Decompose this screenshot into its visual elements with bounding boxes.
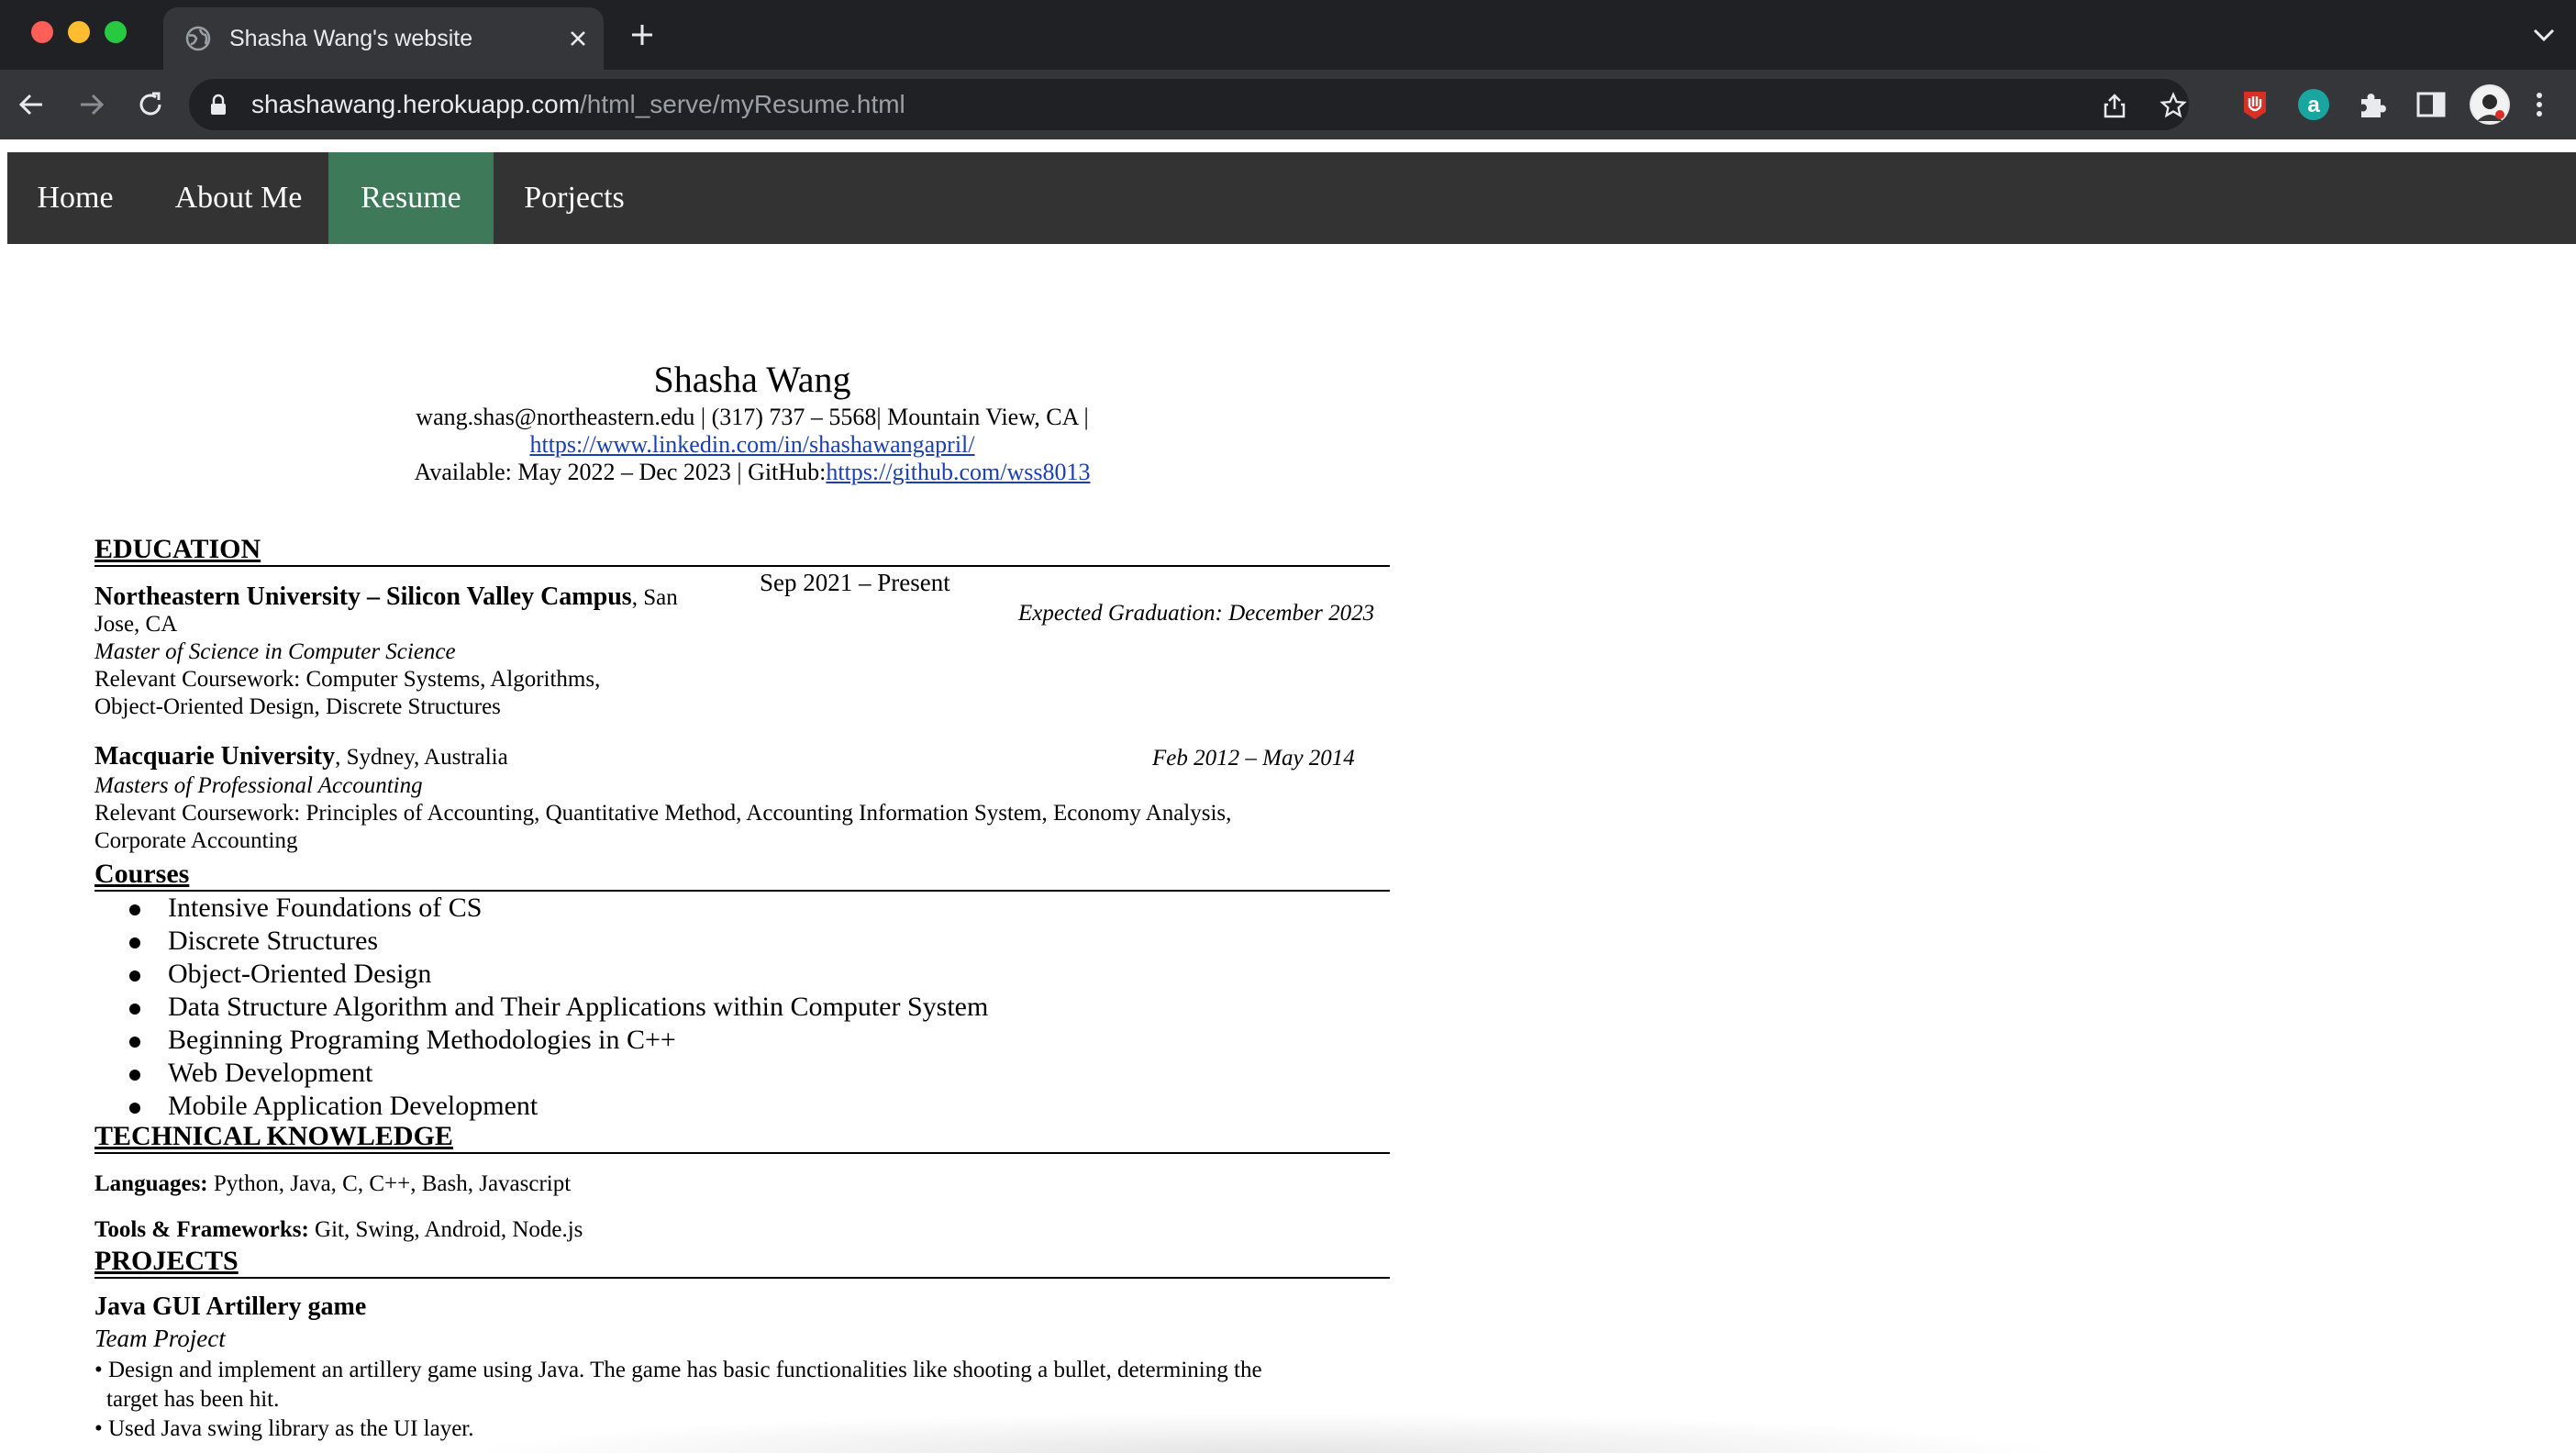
- nav-link-home[interactable]: Home: [7, 152, 143, 244]
- star-icon[interactable]: [2160, 92, 2187, 119]
- address-bar[interactable]: shashawang.herokuapp.com/html_serve/myRe…: [189, 79, 2189, 130]
- url-path: /html_serve/myResume.html: [580, 90, 905, 118]
- back-icon[interactable]: [15, 88, 48, 121]
- site-nav-bar: Home About Me Resume Porjects: [7, 152, 2576, 244]
- linkedin-link[interactable]: https://www.linkedin.com/in/shashawangap…: [529, 431, 974, 458]
- url-text[interactable]: shashawang.herokuapp.com/html_serve/myRe…: [251, 79, 905, 130]
- lock-icon[interactable]: [209, 94, 228, 116]
- extension-red-icon[interactable]: [2237, 86, 2273, 123]
- sidebar-icon[interactable]: [2413, 86, 2449, 123]
- nav-link-resume[interactable]: Resume: [328, 152, 494, 244]
- languages-label: Languages:: [94, 1171, 208, 1196]
- extension-a-icon[interactable]: a: [2295, 86, 2332, 123]
- edu2-school: Macquarie University: [94, 742, 336, 771]
- browser-tab[interactable]: Shasha Wang's website: [163, 7, 604, 70]
- project1-role: Team Project: [94, 1325, 226, 1352]
- url-host: shashawang.herokuapp.com: [251, 90, 581, 118]
- availability-text: Available: May 2022 – Dec 2023 | GitHub:: [414, 459, 827, 485]
- plus-icon[interactable]: [629, 22, 655, 48]
- github-link[interactable]: https://github.com/wss8013: [826, 459, 1090, 485]
- course-item: Intensive Foundations of CS: [94, 892, 988, 925]
- tools-line: Tools & Frameworks: Git, Swing, Android,…: [94, 1216, 583, 1244]
- availability-line: Available: May 2022 – Dec 2023 | GitHub:…: [0, 459, 1505, 486]
- edu2-coursework-a: Relevant Coursework: Principles of Accou…: [94, 801, 1232, 826]
- course-item: Data Structure Algorithm and Their Appli…: [94, 991, 988, 1024]
- browser-tab-strip: Shasha Wang's website: [0, 0, 2576, 70]
- languages-value: Python, Java, C, C++, Bash, Javascript: [207, 1171, 572, 1196]
- avatar[interactable]: [2470, 84, 2510, 125]
- puzzle-icon[interactable]: [2354, 86, 2391, 123]
- edu2-school-line: Macquarie University, Sydney, Australia: [94, 743, 508, 771]
- project1-bullet1b: target has been hit.: [106, 1387, 280, 1412]
- avatar-picture: [2471, 86, 2508, 123]
- linkedin-line: https://www.linkedin.com/in/shashawangap…: [0, 431, 1505, 459]
- edu2-dates: Feb 2012 – May 2014: [1152, 746, 1355, 771]
- edu1-school-line: Northeastern University – Silicon Valley…: [94, 583, 678, 612]
- education-heading: EDUCATION: [94, 534, 1390, 567]
- edu1-coursework-a: Relevant Coursework: Computer Systems, A…: [94, 667, 601, 692]
- page-top-gap: [0, 139, 2576, 152]
- edu1-coursework-b: Object-Oriented Design, Discrete Structu…: [94, 694, 501, 719]
- edu2-degree: Masters of Professional Accounting: [94, 773, 423, 798]
- project1-bullet2: • Used Java swing library as the UI laye…: [94, 1416, 474, 1441]
- edu2-location: , Sydney, Australia: [335, 745, 508, 770]
- edu1-location-b: Jose, CA: [94, 612, 178, 637]
- window-zoom-button[interactable]: [105, 21, 127, 43]
- technical-knowledge-heading: TECHNICAL KNOWLEDGE: [94, 1121, 1390, 1154]
- close-icon[interactable]: [565, 26, 591, 51]
- project1-name: Java GUI Artillery game: [94, 1292, 367, 1321]
- window-close-button[interactable]: [31, 21, 53, 43]
- edu1-degree: Master of Science in Computer Science: [94, 639, 456, 664]
- chevron-down-icon[interactable]: [2532, 26, 2556, 44]
- forward-icon[interactable]: [75, 88, 108, 121]
- browser-toolbar: shashawang.herokuapp.com/html_serve/myRe…: [0, 70, 2576, 139]
- course-item: Web Development: [94, 1057, 988, 1090]
- svg-text:a: a: [2307, 93, 2320, 117]
- bottom-fade: [459, 1413, 2073, 1453]
- nav-link-projects[interactable]: Porjects: [494, 152, 655, 244]
- course-item: Object-Oriented Design: [94, 958, 988, 991]
- courses-list: Intensive Foundations of CS Discrete Str…: [94, 892, 988, 1123]
- edu1-location-a: , San: [631, 585, 678, 610]
- project1-bullet1a: • Design and implement an artillery game…: [94, 1358, 1262, 1382]
- share-icon[interactable]: [2101, 92, 2128, 119]
- edu1-school: Northeastern University – Silicon Valley…: [94, 582, 632, 611]
- window-minimize-button[interactable]: [68, 21, 90, 43]
- resume-name: Shasha Wang: [653, 359, 851, 400]
- tools-value: Git, Swing, Android, Node.js: [308, 1217, 583, 1242]
- courses-heading: Courses: [94, 859, 1390, 892]
- languages-line: Languages: Python, Java, C, C++, Bash, J…: [94, 1170, 571, 1198]
- kebab-menu-icon[interactable]: [2528, 86, 2550, 123]
- projects-heading: PROJECTS: [94, 1246, 1390, 1279]
- course-item: Mobile Application Development: [94, 1090, 988, 1123]
- edu1-expected: Expected Graduation: December 2023: [1018, 601, 1375, 626]
- contact-line: wang.shas@northeastern.edu | (317) 737 –…: [416, 404, 1089, 430]
- nav-link-about-me[interactable]: About Me: [143, 152, 334, 244]
- edu2-coursework-b: Corporate Accounting: [94, 828, 298, 853]
- tools-label: Tools & Frameworks:: [94, 1217, 309, 1242]
- reload-icon[interactable]: [134, 88, 167, 121]
- edu1-dates: Sep 2021 – Present: [760, 569, 950, 596]
- tab-title: Shasha Wang's website: [229, 26, 473, 51]
- course-item: Beginning Programing Methodologies in C+…: [94, 1024, 988, 1057]
- globe-icon: [185, 26, 211, 51]
- course-item: Discrete Structures: [94, 925, 988, 958]
